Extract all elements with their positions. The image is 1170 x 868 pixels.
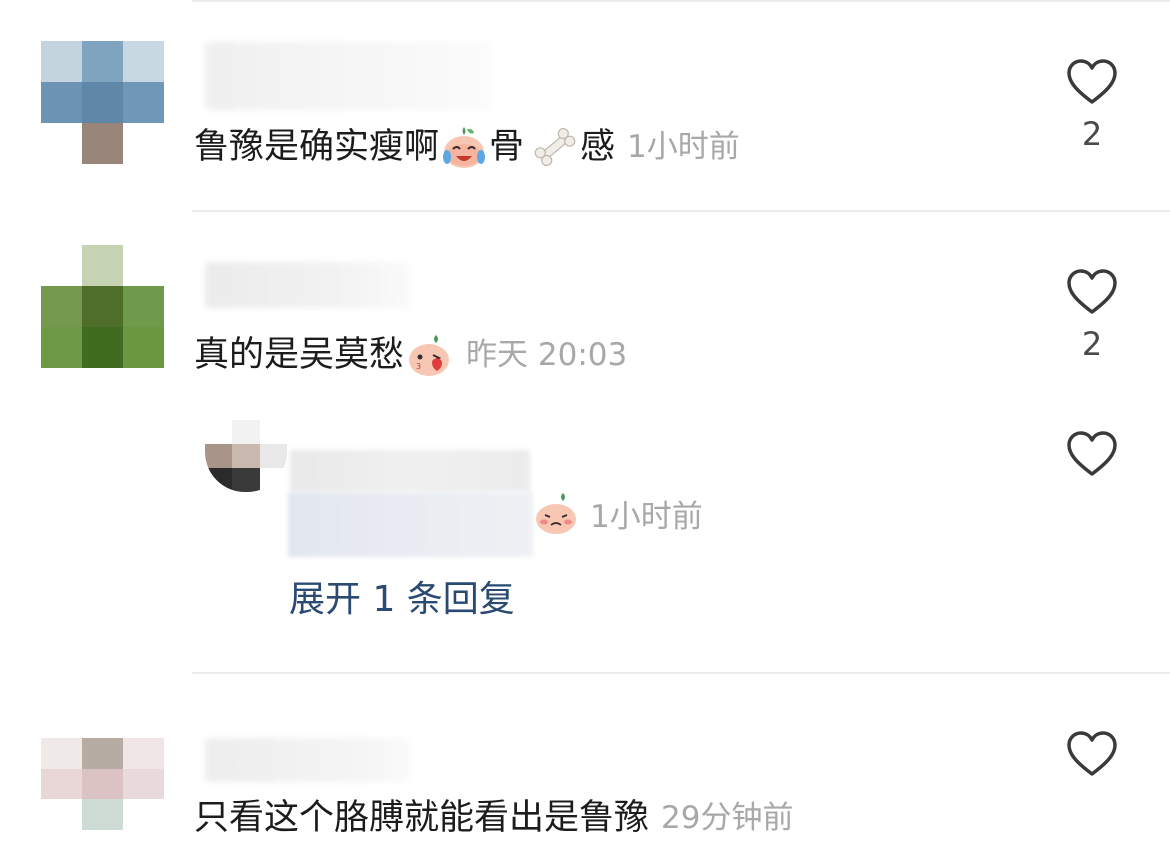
reply-avatar[interactable] — [205, 420, 287, 492]
like-button[interactable] — [1064, 730, 1120, 778]
comment-timestamp: 29分钟前 — [661, 800, 794, 836]
heart-outline-icon — [1067, 731, 1117, 776]
comment-text: 只看这个胳膊就能看出是鲁豫 29分钟前 — [194, 796, 793, 840]
bone-emoji — [534, 127, 576, 167]
divider-top — [192, 0, 1170, 2]
expand-replies-link[interactable]: 展开 1 条回复 — [289, 578, 515, 622]
reply-text-blurred — [288, 492, 533, 557]
avatar[interactable] — [41, 41, 164, 164]
username-blurred[interactable] — [205, 738, 410, 782]
like-button[interactable]: 2 — [1064, 58, 1120, 152]
avatar[interactable] — [41, 245, 164, 368]
comment-body: 感 — [580, 127, 616, 167]
like-count: 2 — [1081, 325, 1103, 363]
like-count: 2 — [1081, 115, 1103, 153]
comment-text: 鲁豫是确实瘦啊 骨 感 1小时前 — [194, 125, 740, 169]
avatar[interactable] — [41, 738, 164, 830]
crying-laughing-radish-emoji — [443, 127, 486, 168]
shy-radish-emoji — [536, 493, 576, 534]
heart-outline-icon — [1067, 269, 1117, 314]
reply-timestamp: 1小时前 — [590, 499, 703, 535]
comment-body: 骨 — [489, 127, 525, 167]
divider — [192, 672, 1170, 674]
blushing-radish-emoji: 3 — [409, 335, 450, 376]
comment-timestamp: 1小时前 — [627, 129, 740, 165]
username-blurred[interactable] — [205, 262, 410, 308]
comment-timestamp: 昨天 20:03 — [466, 337, 628, 373]
comment-text: 真的是吴莫愁 3 昨天 20:03 — [194, 333, 627, 377]
like-button[interactable]: 2 — [1064, 268, 1120, 362]
username-blurred[interactable] — [205, 42, 490, 110]
comment-body: 真的是吴莫愁 — [194, 335, 405, 375]
heart-outline-icon — [1067, 431, 1117, 476]
comment-body: 鲁豫是确实瘦啊 — [194, 127, 440, 167]
svg-text:3: 3 — [416, 362, 421, 371]
divider — [192, 210, 1170, 212]
comment-body: 只看这个胳膊就能看出是鲁豫 — [194, 798, 650, 838]
heart-outline-icon — [1067, 59, 1117, 104]
reply-username-blurred[interactable] — [290, 450, 530, 492]
like-button[interactable] — [1064, 430, 1120, 478]
